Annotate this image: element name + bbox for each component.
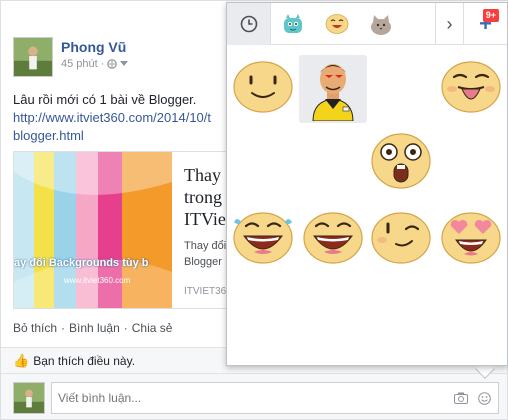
sticker-tabs: › + 9+: [227, 2, 507, 45]
link-desc-line: Blogger: [184, 256, 222, 268]
post-actions: Bỏ thích · Bình luận · Chia sẻ: [13, 321, 172, 335]
sticker-store-badge: 9+: [482, 9, 499, 22]
post-meta: 45 phút ·: [61, 58, 129, 70]
thumbnail-caption: ay đổi Backgrounds tùy b: [14, 257, 149, 269]
chevron-right-icon[interactable]: ›: [435, 3, 463, 45]
smile-sticker[interactable]: [229, 53, 297, 121]
link-thumbnail[interactable]: [14, 152, 172, 309]
thumbnail-url: www.itviet360.com: [64, 276, 131, 285]
monster-sticker-pack-icon: [283, 13, 302, 33]
camera-icon[interactable]: [454, 392, 468, 404]
shocked-sticker[interactable]: [367, 127, 435, 195]
author-name[interactable]: Phong Vũ: [61, 39, 126, 55]
tab-recent[interactable]: [227, 2, 271, 45]
tab-smiley-pack[interactable]: [315, 3, 359, 45]
post-link[interactable]: http://www.itviet360.com/2014/10/t: [13, 109, 243, 127]
comment-input[interactable]: [51, 382, 499, 414]
link-description: Thay đổi Blogger: [184, 238, 226, 270]
post-text: Lâu rồi mới có 1 bài về Blogger. http://…: [13, 91, 243, 145]
post-text-line: Lâu rồi mới có 1 bài về Blogger.: [13, 92, 197, 107]
tongue-out-sticker[interactable]: [437, 53, 505, 121]
separator: ·: [100, 58, 105, 70]
laugh-tears-sticker[interactable]: [229, 203, 297, 271]
post-link-continued[interactable]: blogger.html: [13, 127, 243, 145]
link-desc-line: Thay đổi: [184, 240, 227, 252]
tab-monster-pack[interactable]: [271, 3, 315, 45]
separator: ·: [123, 321, 128, 335]
author-avatar[interactable]: [13, 37, 53, 77]
cat-sticker-pack-icon: [370, 14, 391, 35]
globe-icon[interactable]: [107, 59, 118, 69]
separator: ·: [61, 321, 66, 335]
like-summary-text[interactable]: Bạn thích điều này.: [33, 354, 135, 368]
clock-icon: [240, 15, 257, 32]
grin-sticker[interactable]: [299, 203, 367, 271]
thumbs-up-icon: 👍: [13, 352, 30, 368]
sticker-picker: › + 9+: [226, 2, 508, 366]
referee-man-sticker[interactable]: [299, 55, 367, 123]
sticker-grid: [227, 45, 507, 365]
heart-eyes-sticker[interactable]: [437, 203, 505, 271]
smiley-sticker-pack-icon: [325, 13, 348, 34]
comment-link[interactable]: Bình luận: [69, 321, 120, 335]
link-domain: ITVIET36: [184, 286, 227, 297]
tab-cat-pack[interactable]: [359, 3, 403, 45]
comment-composer: [1, 373, 507, 419]
commenter-avatar: [13, 382, 45, 414]
wink-sticker[interactable]: [367, 203, 435, 271]
emoji-icon[interactable]: [478, 392, 491, 405]
share-link[interactable]: Chia sẻ: [132, 321, 173, 335]
link-preview-card[interactable]: ay đổi Backgrounds tùy b www.itviet360.c…: [13, 151, 233, 309]
comment-tools: [454, 392, 491, 405]
add-sticker-pack-button[interactable]: + 9+: [463, 3, 507, 45]
unlike-link[interactable]: Bỏ thích: [13, 321, 57, 335]
chevron-down-icon[interactable]: [120, 61, 129, 67]
post-time[interactable]: 45 phút: [61, 58, 98, 70]
